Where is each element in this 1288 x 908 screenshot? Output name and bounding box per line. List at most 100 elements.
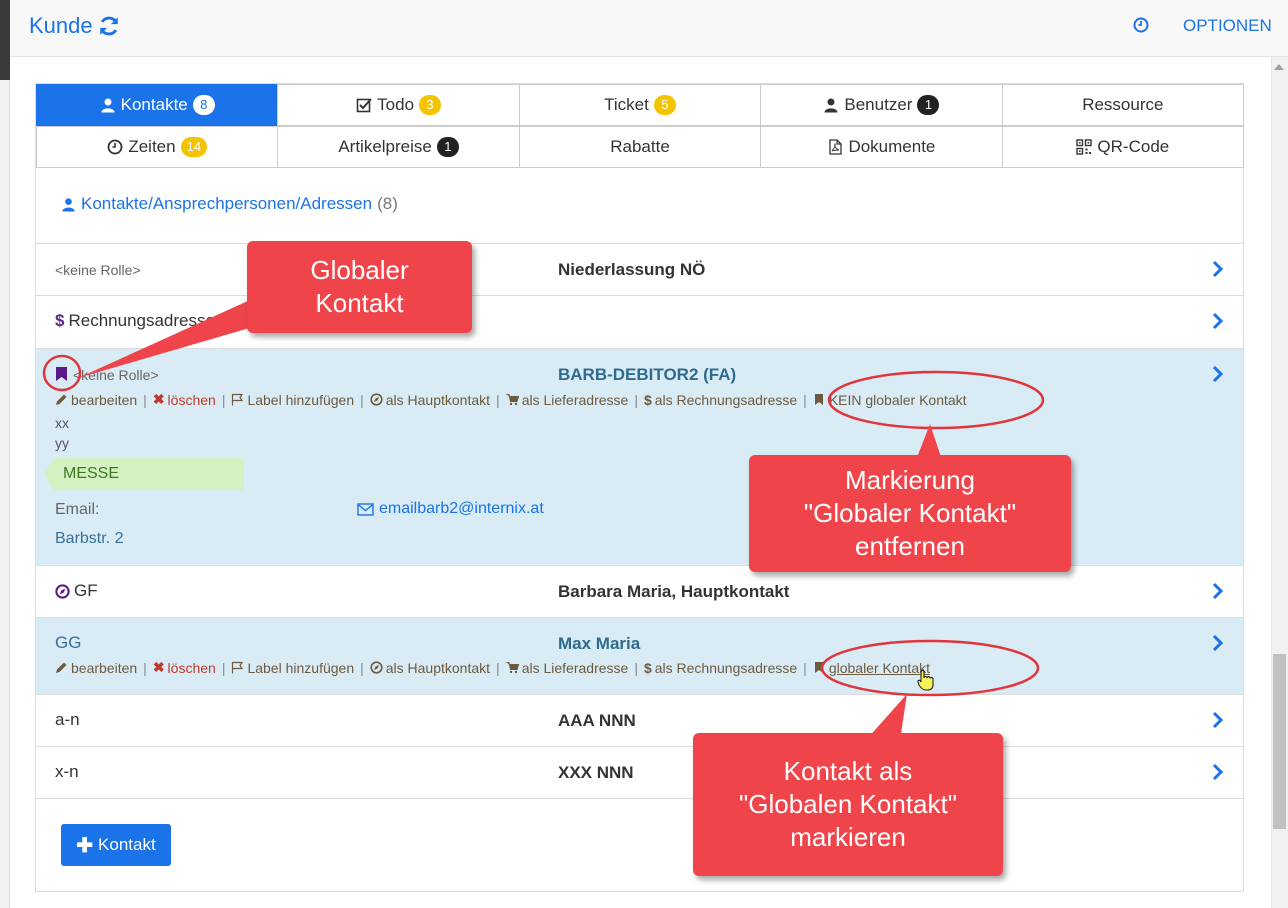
main-contact-action[interactable]: als Hauptkontakt [370,392,490,408]
edit-action[interactable]: bearbeiten [55,660,137,676]
dollar-icon: $ [643,391,652,408]
contact-actions: bearbeiten | ✖ löschen | Label hinzufügen… [55,391,967,408]
options-menu[interactable]: OPTIONEN [1183,16,1272,36]
flag-icon [232,393,244,406]
todo-count-badge: 3 [419,95,442,115]
chevron-right-icon[interactable] [1211,711,1225,729]
user-icon [101,98,115,113]
cart-icon [506,394,519,406]
benutzer-count-badge: 1 [917,95,940,115]
contact-label-tag: MESSE [44,458,244,490]
contact-row[interactable]: GF Barbara Maria, Hauptkontakt [36,565,1243,617]
set-global-contact-action[interactable]: globaler Kontakt [813,660,930,676]
contact-actions: bearbeiten | ✖ löschen | Label hinzufügen… [55,659,930,676]
main-contact-action[interactable]: als Hauptkontakt [370,660,490,676]
remove-global-contact-action[interactable]: KEIN globaler Kontakt [813,392,967,408]
tabs-row-1: Kontakte 8 Todo 3 Ticket 5 Benutzer 1 Re… [36,84,1245,126]
page-title: Kunde [29,13,93,38]
contact-row-highlighted[interactable]: GG Max Maria bearbeiten | ✖ löschen | Lab… [36,617,1243,694]
plus-icon: ✚ [76,834,94,857]
chevron-right-icon[interactable] [1211,763,1225,781]
contact-role: x-n [55,762,79,781]
qr-code-icon [1076,139,1093,155]
contact-row[interactable]: $ Rechnungsadresse [36,295,1243,348]
email-link[interactable]: emailbarb2@internix.at [357,500,544,518]
contact-role: <keine Rolle> [55,262,141,278]
tab-todo[interactable]: Todo 3 [277,84,520,126]
brand[interactable]: Kunde [29,13,120,39]
close-icon: ✖ [152,391,165,407]
delivery-address-action[interactable]: als Lieferadresse [506,392,628,408]
chevron-right-icon[interactable] [1211,365,1225,383]
tab-ticket[interactable]: Ticket 5 [518,84,762,126]
user-icon [62,197,75,212]
user-icon [824,98,838,113]
delivery-address-action[interactable]: als Lieferadresse [506,660,628,676]
compass-icon [55,583,70,599]
callout-mark-global: Kontakt als "Globalen Kontakt" markieren [693,733,1003,876]
tab-qr-code[interactable]: QR-Code [1001,126,1245,168]
add-contact-button[interactable]: ✚ Kontakt [61,824,171,866]
contact-role: $ Rechnungsadresse [55,311,215,330]
contact-row[interactable]: <keine Rolle> Niederlassung NÖ [36,243,1243,295]
contact-name: Barbara Maria, Hauptkontakt [558,582,790,601]
callout-remove-global: Markierung "Globaler Kontakt" entfernen [749,455,1071,572]
contact-street: Barbstr. 2 [55,530,124,547]
delete-action[interactable]: ✖ löschen [153,659,216,676]
contact-info-line: yy [55,435,69,451]
chevron-right-icon[interactable] [1211,260,1225,278]
contact-name: XXX NNN [558,763,634,782]
contact-name: BARB-DEBITOR2 (FA) [558,365,737,384]
ticket-count-badge: 5 [653,95,676,115]
email-label: Email: [55,501,100,518]
chevron-right-icon[interactable] [1211,582,1225,600]
window-left-gutter [0,80,10,908]
tab-dokumente[interactable]: Dokumente [760,126,1003,168]
edit-action[interactable]: bearbeiten [55,392,137,408]
scroll-up-arrow-icon[interactable] [1274,64,1284,70]
billing-address-action[interactable]: $ als Rechnungsadresse [644,392,797,408]
pencil-icon [56,662,67,673]
contact-role: <keine Rolle> [73,367,159,383]
callout-global-contact: Globaler Kontakt [247,241,472,333]
tab-kontakte[interactable]: Kontakte 8 [36,84,279,126]
zeiten-count-badge: 14 [180,137,208,157]
tab-artikelpreise[interactable]: Artikelpreise 1 [277,126,520,168]
tab-benutzer[interactable]: Benutzer 1 [760,84,1003,126]
refresh-icon[interactable] [98,15,120,37]
artikelpreise-count-badge: 1 [436,137,459,157]
compass-icon [370,661,383,674]
scrollbar-thumb[interactable] [1273,654,1286,829]
dollar-icon: $ [55,311,65,330]
add-label-action[interactable]: Label hinzufügen [231,392,354,408]
contact-role: GG [55,633,82,652]
section-title[interactable]: Kontakte/Ansprechpersonen/Adressen (8) [61,194,398,214]
clock-icon [107,139,123,155]
kontakte-count-badge: 8 [192,95,215,115]
checkbox-checked-icon [356,98,372,113]
contact-row[interactable]: x-n XXX NNN [36,746,1243,799]
bookmark-icon [814,662,823,673]
add-label-action[interactable]: Label hinzufügen [231,660,354,676]
flag-icon [232,661,244,674]
contact-row[interactable]: a-n AAA NNN [36,694,1243,746]
billing-address-action[interactable]: $ als Rechnungsadresse [644,660,797,676]
contact-name: AAA NNN [558,711,636,730]
dollar-icon: $ [643,659,652,676]
contact-name: Max Maria [558,634,641,653]
tab-ressource[interactable]: Ressource [1001,84,1245,126]
bookmark-icon [56,367,67,381]
chevron-right-icon[interactable] [1211,634,1225,652]
cart-icon [506,662,519,674]
pencil-icon [56,394,67,405]
delete-action[interactable]: ✖ löschen [153,391,216,408]
compass-icon [370,393,383,406]
tab-zeiten[interactable]: Zeiten 14 [36,126,279,168]
chevron-right-icon[interactable] [1211,312,1225,330]
bookmark-icon [814,394,823,405]
tab-rabatte[interactable]: Rabatte [518,126,762,168]
contact-name: Niederlassung NÖ [558,260,706,279]
clock-icon[interactable] [1133,17,1149,33]
top-navbar: Kunde OPTIONEN [10,0,1288,57]
section-count: (8) [377,194,398,213]
